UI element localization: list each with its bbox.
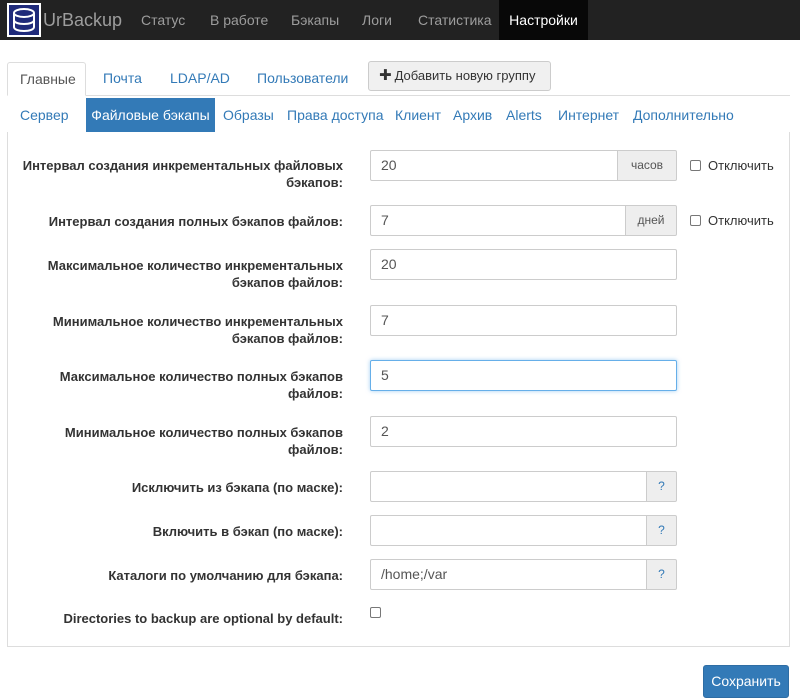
max-incr-input[interactable]: 20 [370,249,677,280]
subtab-internet[interactable]: Интернет [558,98,619,132]
add-group-button[interactable]: ✚ Добавить новую группу [368,61,551,91]
brand-name[interactable]: UrBackup [43,10,122,31]
incr-interval-input[interactable]: 20 [370,150,618,181]
min-incr-label: Минимальное количество инкрементальных б… [52,314,343,346]
optional-dirs-label: Directories to backup are optional by de… [63,611,343,626]
nav-backups[interactable]: Бэкапы [291,0,339,40]
subtab-images[interactable]: Образы [223,98,274,132]
min-incr-input[interactable]: 7 [370,305,677,336]
plus-icon: ✚ [379,67,392,84]
include-help-button[interactable]: ? [646,515,677,546]
max-incr-label: Максимальное количество инкрементальных … [47,258,343,290]
tab-mail[interactable]: Почта [91,62,154,96]
tab-users[interactable]: Пользователи [245,62,360,96]
exclude-label: Исключить из бэкапа (по маске): [131,480,343,495]
full-interval-unit: дней [625,205,677,236]
full-interval-disable-checkbox[interactable] [690,215,701,226]
tab-general[interactable]: Главные [7,62,86,96]
incr-interval-label: Интервал создания инкрементальных файлов… [22,158,343,190]
min-full-label: Минимальное количество полных бэкапов фа… [64,425,343,457]
database-icon[interactable] [7,3,41,37]
nav-logs[interactable]: Логи [362,0,392,40]
subtab-server[interactable]: Сервер [20,98,69,132]
incr-interval-disable-checkbox[interactable] [690,160,701,171]
full-interval-input[interactable]: 7 [370,205,626,236]
top-navbar: UrBackup Статус В работе Бэкапы Логи Ста… [0,0,800,40]
include-input[interactable] [370,515,647,546]
subtab-archive[interactable]: Архив [453,98,492,132]
subtab-client[interactable]: Клиент [395,98,441,132]
subtab-advanced[interactable]: Дополнительно [633,98,734,132]
nav-settings[interactable]: Настройки [499,0,588,40]
save-button[interactable]: Сохранить [703,665,789,698]
max-full-input[interactable]: 5 [370,360,677,391]
include-label: Включить в бэкап (по маске): [152,524,343,539]
nav-statistics[interactable]: Статистика [418,0,492,40]
default-dirs-help-button[interactable]: ? [646,559,677,590]
default-dirs-label: Каталоги по умолчанию для бэкапа: [108,568,343,583]
exclude-input[interactable] [370,471,647,502]
exclude-help-button[interactable]: ? [646,471,677,502]
nav-progress[interactable]: В работе [210,0,268,40]
default-dirs-input[interactable]: /home;/var [370,559,647,590]
max-full-label: Максимальное количество полных бэкапов ф… [59,369,343,401]
incr-interval-disable-label: Отключить [708,158,774,173]
incr-interval-unit: часов [617,150,677,181]
optional-dirs-checkbox[interactable] [370,607,381,618]
subtab-alerts[interactable]: Alerts [506,98,542,132]
tab-ldap[interactable]: LDAP/AD [158,62,242,96]
subtab-permissions[interactable]: Права доступа [287,98,383,132]
full-interval-label: Интервал создания полных бэкапов файлов: [48,214,343,229]
full-interval-disable-label: Отключить [708,213,774,228]
min-full-input[interactable]: 2 [370,416,677,447]
subtab-file-backups[interactable]: Файловые бэкапы [86,98,215,132]
add-group-label: Добавить новую группу [394,68,536,83]
nav-status[interactable]: Статус [141,0,185,40]
